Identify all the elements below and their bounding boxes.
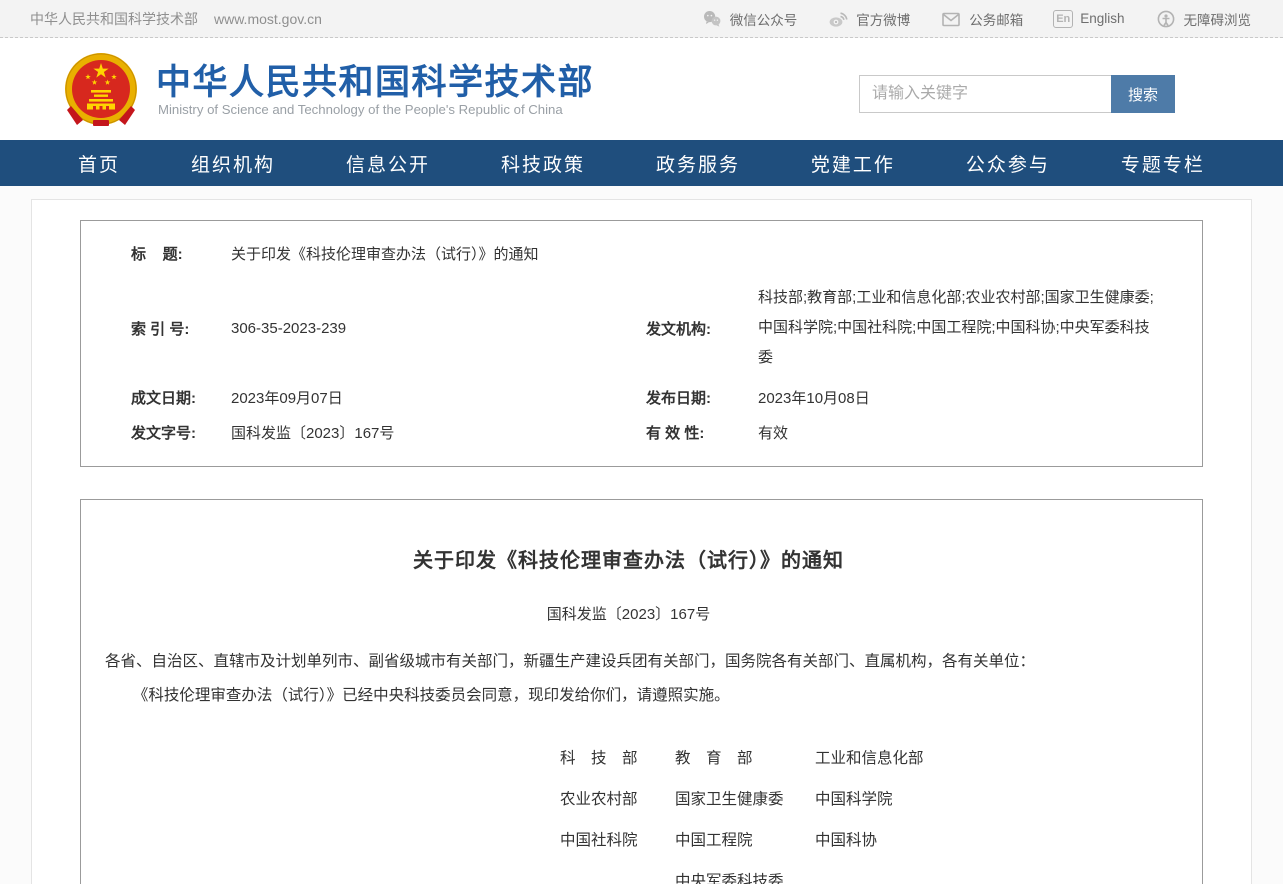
document-number: 国科发监〔2023〕167号 xyxy=(105,603,1152,624)
document-body-box: 关于印发《科技伦理审查办法（试行）》的通知 国科发监〔2023〕167号 各省、… xyxy=(80,499,1203,884)
meta-date-published-label: 发布日期: xyxy=(646,387,758,408)
meta-doc-number-label: 发文字号: xyxy=(131,422,231,443)
nav-item-organization[interactable]: 组织机构 xyxy=(191,150,275,177)
english-link[interactable]: En English xyxy=(1053,10,1124,28)
mail-link[interactable]: 公务邮箱 xyxy=(940,9,1023,29)
signer: 农业农村部 xyxy=(560,787,675,809)
accessibility-icon xyxy=(1155,9,1177,29)
signer: 中国社科院 xyxy=(560,828,675,850)
site-subtitle: Ministry of Science and Technology of th… xyxy=(158,102,563,117)
signer: 中央军委科技委 xyxy=(675,869,815,884)
nav-item-public-participation[interactable]: 公众参与 xyxy=(966,150,1050,177)
nav-item-gov-services[interactable]: 政务服务 xyxy=(656,150,740,177)
signature-block: 科 技 部 教 育 部 工业和信息化部 农业农村部 国家卫生健康委 中国科学院 … xyxy=(560,746,1152,884)
nav-item-special-columns[interactable]: 专题专栏 xyxy=(1121,150,1205,177)
national-emblem-logo[interactable] xyxy=(63,50,139,130)
weibo-icon xyxy=(827,9,849,29)
meta-issuer-label: 发文机构: xyxy=(646,318,758,339)
meta-validity-label: 有 效 性: xyxy=(646,422,758,443)
accessibility-label: 无障碍浏览 xyxy=(1184,9,1252,29)
signature-row: 农业农村部 国家卫生健康委 中国科学院 xyxy=(560,787,1152,809)
nav-item-home[interactable]: 首页 xyxy=(78,150,120,177)
mail-icon xyxy=(940,9,962,29)
wechat-icon xyxy=(701,9,723,29)
meta-index-value: 306-35-2023-239 xyxy=(231,320,646,337)
meta-date-published-value: 2023年10月08日 xyxy=(758,387,870,408)
weibo-label: 官方微博 xyxy=(856,9,910,29)
topbar-site-name: 中华人民共和国科学技术部 xyxy=(30,9,198,29)
signer: 教 育 部 xyxy=(675,746,815,768)
signer: 科 技 部 xyxy=(560,746,675,768)
document-paragraph: 各省、自治区、直辖市及计划单列市、副省级城市有关部门，新疆生产建设兵团有关部门，… xyxy=(105,650,1152,674)
meta-title-value: 关于印发《科技伦理审查办法（试行）》的通知 xyxy=(231,243,539,264)
site-title: 中华人民共和国科学技术部 xyxy=(156,54,594,105)
en-icon: En xyxy=(1053,10,1073,28)
meta-issuer-value: 科技部;教育部;工业和信息化部;农业农村部;国家卫生健康委;中国科学院;中国社科… xyxy=(758,283,1202,373)
meta-date-written-value: 2023年09月07日 xyxy=(231,387,646,408)
nav-item-party-building[interactable]: 党建工作 xyxy=(811,150,895,177)
nav-item-sci-policy[interactable]: 科技政策 xyxy=(501,150,585,177)
topbar-site-url[interactable]: www.most.gov.cn xyxy=(214,11,322,27)
site-search: 搜索 xyxy=(859,75,1175,113)
site-header: 中华人民共和国科学技术部 Ministry of Science and Tec… xyxy=(0,38,1283,140)
signer: 国家卫生健康委 xyxy=(675,787,815,809)
meta-doc-number-value: 国科发监〔2023〕167号 xyxy=(231,422,646,443)
meta-validity-value: 有效 xyxy=(758,422,788,443)
meta-title-label: 标 题: xyxy=(131,243,231,264)
signature-row: 中国社科院 中国工程院 中国科协 xyxy=(560,828,1152,850)
document-title: 关于印发《科技伦理审查办法（试行）》的通知 xyxy=(105,544,1152,573)
accessibility-link[interactable]: 无障碍浏览 xyxy=(1155,9,1252,29)
search-input[interactable] xyxy=(859,75,1111,113)
mail-label: 公务邮箱 xyxy=(969,9,1023,29)
main-nav: 首页 组织机构 信息公开 科技政策 政务服务 党建工作 公众参与 专题专栏 xyxy=(0,140,1283,186)
content-wrapper: 标 题: 关于印发《科技伦理审查办法（试行）》的通知 索 引 号: 306-35… xyxy=(31,199,1252,884)
search-button[interactable]: 搜索 xyxy=(1111,75,1175,113)
english-label: English xyxy=(1080,11,1124,26)
signer: 工业和信息化部 xyxy=(815,746,924,768)
wechat-link[interactable]: 微信公众号 xyxy=(701,9,798,29)
signer: 中国科协 xyxy=(815,828,877,850)
nav-item-info-disclosure[interactable]: 信息公开 xyxy=(346,150,430,177)
signature-row: 科 技 部 教 育 部 工业和信息化部 xyxy=(560,746,1152,768)
meta-date-written-label: 成文日期: xyxy=(131,387,231,408)
document-metadata-box: 标 题: 关于印发《科技伦理审查办法（试行）》的通知 索 引 号: 306-35… xyxy=(80,220,1203,467)
wechat-label: 微信公众号 xyxy=(730,9,798,29)
weibo-link[interactable]: 官方微博 xyxy=(827,9,910,29)
document-paragraph: 《科技伦理审查办法（试行）》已经中央科技委员会同意，现印发给你们，请遵照实施。 xyxy=(105,684,1152,708)
signer: 中国工程院 xyxy=(675,828,815,850)
utility-bar: 中华人民共和国科学技术部 www.most.gov.cn 微信公众号 xyxy=(0,0,1283,38)
signer: 中国科学院 xyxy=(815,787,893,809)
meta-index-label: 索 引 号: xyxy=(131,318,231,339)
signature-row: 中央军委科技委 xyxy=(560,869,1152,884)
